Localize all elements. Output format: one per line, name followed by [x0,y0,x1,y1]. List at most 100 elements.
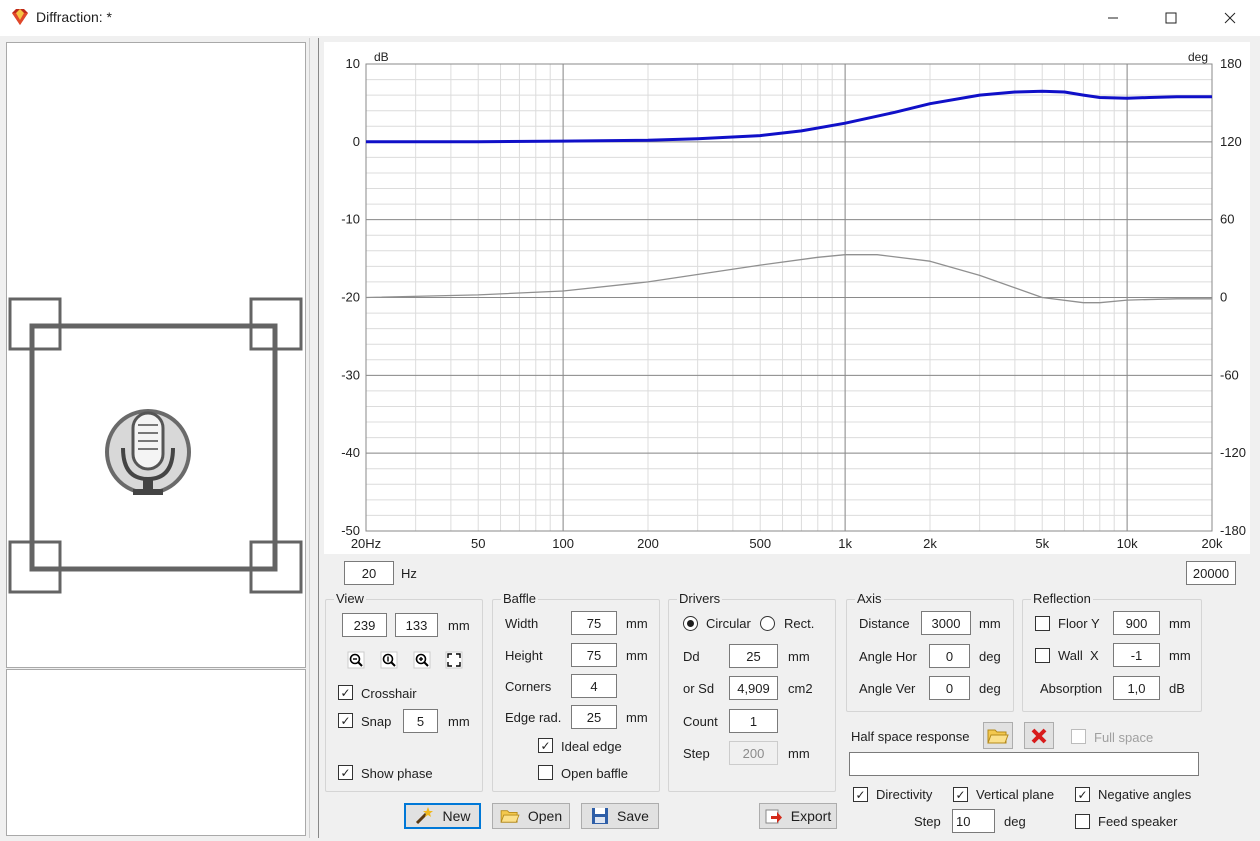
freq-from-input[interactable]: 20 [344,561,394,585]
count-label: Count [683,714,718,729]
y-tick-label: -30 [341,367,360,382]
ideal-edge-label: Ideal edge [561,739,622,754]
floppy-disk-icon [592,808,609,824]
wall-label: Wall X [1058,648,1099,663]
open-button-label: Open [527,808,563,824]
angle-step-input[interactable]: 10 [952,809,995,833]
y-axis-label: dB [374,50,389,64]
angle-hor-input[interactable]: 0 [929,644,970,668]
wall-input[interactable]: -1 [1113,643,1160,667]
drivers-step-label: Step [683,746,710,761]
wall-unit: mm [1169,648,1191,663]
fit-icon[interactable] [444,650,464,670]
window-title: Diffraction: * [36,9,112,25]
export-arrow-icon [765,809,782,824]
angle-hor-unit: deg [979,649,1001,664]
vertical-plane-checkbox[interactable]: ✓ [953,787,968,802]
angle-ver-label: Angle Ver [859,681,916,696]
rect-radio[interactable] [760,616,775,631]
height-unit: mm [626,648,648,663]
maximize-button[interactable] [1148,0,1194,36]
folder-icon [987,729,1009,743]
snap-input[interactable]: 5 [403,709,438,733]
y2-tick-label: 180 [1220,56,1242,71]
half-space-path-input[interactable] [849,752,1199,776]
y2-tick-label: -180 [1220,523,1246,538]
corners-input[interactable]: 4 [571,674,617,698]
open-baffle-label: Open baffle [561,766,628,781]
angle-ver-unit: deg [979,681,1001,696]
microphone-icon[interactable] [105,409,191,495]
dd-input[interactable]: 25 [729,644,778,668]
zoom-out-icon[interactable] [346,650,366,670]
floor-checkbox[interactable] [1035,616,1050,631]
edge-input[interactable]: 25 [571,705,617,729]
floor-input[interactable]: 900 [1113,611,1160,635]
snap-unit: mm [448,714,470,729]
sd-input[interactable]: 4,909 [729,676,778,700]
angle-hor-label: Angle Hor [859,649,917,664]
edge-unit: mm [626,710,648,725]
freq-to-input[interactable]: 20000 [1186,561,1236,585]
baffle-drawing [8,297,303,594]
view-width-input[interactable]: 239 [342,613,387,637]
open-button[interactable]: Open [492,803,570,829]
save-button[interactable]: Save [581,803,659,829]
y-tick-label: 0 [353,134,360,149]
zoom-in-icon[interactable] [412,650,432,670]
close-button[interactable] [1207,0,1253,36]
half-space-label: Half space response [851,729,970,744]
y-tick-label: -20 [341,290,360,305]
circular-radio[interactable] [683,616,698,631]
red-x-icon [1031,728,1047,743]
x-tick-label: 20Hz [351,536,381,551]
feed-speaker-checkbox[interactable] [1075,814,1090,829]
minimize-button[interactable] [1090,0,1136,36]
absorption-label: Absorption [1040,681,1103,696]
wall-checkbox[interactable] [1035,648,1050,663]
zoom-one-icon[interactable] [379,650,399,670]
feed-speaker-label: Feed speaker [1098,814,1178,829]
baffle-view[interactable] [6,42,306,668]
snap-label: Snap [361,714,392,729]
distance-input[interactable]: 3000 [921,611,971,635]
drivers-step-unit: mm [788,746,810,761]
count-input[interactable]: 1 [729,709,778,733]
full-space-label: Full space [1094,730,1154,745]
reflection-group-title: Reflection [1031,591,1093,606]
angle-step-label: Step [914,814,941,829]
y2-tick-label: 60 [1220,212,1234,227]
dd-unit: mm [788,649,810,664]
view-unit: mm [448,618,470,633]
ideal-edge-checkbox[interactable]: ✓ [538,738,553,753]
phase-line [365,254,1212,304]
show-phase-checkbox[interactable]: ✓ [338,765,353,780]
new-button[interactable]: New [404,803,481,829]
y-tick-label: -10 [341,212,360,227]
directivity-label: Directivity [876,787,933,802]
directivity-checkbox[interactable]: ✓ [853,787,868,802]
save-button-label: Save [617,808,649,824]
export-button[interactable]: Export [759,803,837,829]
x-tick-label: 100 [552,536,574,551]
chart-canvas: 100-10-20-30-40-50180120600-60-120-18020… [341,50,1246,551]
open-folder-button[interactable] [983,722,1013,749]
width-input[interactable]: 75 [571,611,617,635]
open-folder-icon [500,810,520,823]
width-unit: mm [626,616,648,631]
snap-checkbox[interactable]: ✓ [338,713,353,728]
open-baffle-checkbox[interactable] [538,765,553,780]
y2-axis-label: deg [1188,50,1208,64]
y2-tick-label: -120 [1220,445,1246,460]
clear-button[interactable] [1024,722,1054,749]
new-button-label: New [442,808,471,824]
dd-label: Dd [683,649,700,664]
negative-angles-checkbox[interactable]: ✓ [1075,787,1090,802]
height-input[interactable]: 75 [571,643,617,667]
view-height-input[interactable]: 133 [395,613,438,637]
absorption-input[interactable]: 1,0 [1113,676,1160,700]
angle-ver-input[interactable]: 0 [929,676,970,700]
crosshair-checkbox[interactable]: ✓ [338,685,353,700]
baffle-group-title: Baffle [501,591,539,606]
response-chart[interactable]: 10 0 -10 -20 -30 -40 -50 180 120 60 0 -60 -120 -180 20… [324,42,1250,554]
